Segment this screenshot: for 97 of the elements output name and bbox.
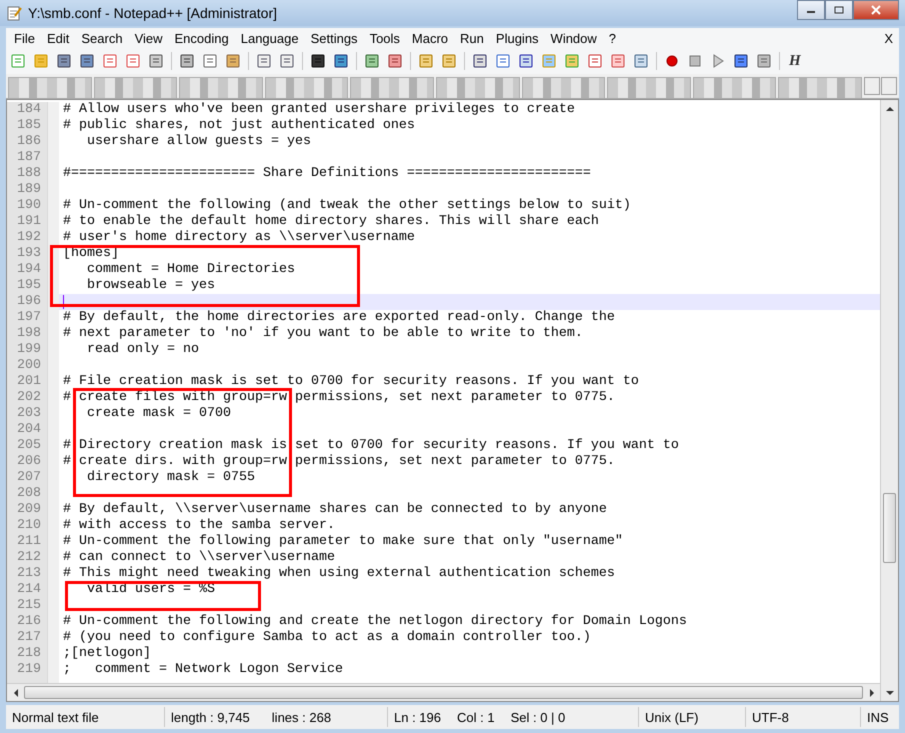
code-line: comment = Home Directories bbox=[86, 262, 295, 277]
line-number: 216 bbox=[16, 614, 42, 630]
line-number: 185 bbox=[16, 118, 42, 134]
column-info: Col : 1 bbox=[457, 710, 495, 724]
menu-item[interactable]: File bbox=[8, 30, 41, 46]
line-number: 203 bbox=[16, 406, 42, 422]
toolbar-button[interactable]: H bbox=[785, 52, 805, 70]
code-line: # public shares, not just authenticated ones bbox=[63, 118, 415, 133]
code-line: # Un-comment the following (and tweak the other settings below to suit) bbox=[63, 198, 631, 213]
line-number: 211 bbox=[16, 534, 42, 550]
line-number: 207 bbox=[16, 470, 42, 486]
line-number: 197 bbox=[16, 310, 42, 326]
code-line: # next parameter to 'no' if you want to be able to write to them. bbox=[63, 326, 583, 341]
code-line: # with access to the samba server. bbox=[63, 518, 335, 533]
eol-format: Unix (LF) bbox=[645, 710, 698, 724]
code-line: # This might need tweaking when using external authentication schemes bbox=[63, 566, 615, 581]
code-line: read only = no bbox=[86, 342, 199, 357]
menu-item[interactable]: View bbox=[128, 30, 169, 46]
menu-item[interactable]: Macro bbox=[406, 30, 454, 46]
code-line: directory mask = 0755 bbox=[86, 470, 255, 485]
line-number: 184 bbox=[16, 102, 42, 118]
line-number: 194 bbox=[16, 262, 42, 278]
code-line: ;[netlogon] bbox=[63, 646, 151, 661]
line-number: 192 bbox=[16, 230, 42, 246]
close-button[interactable] bbox=[853, 0, 899, 20]
line-number: 199 bbox=[16, 342, 42, 358]
menu-item[interactable]: Plugins bbox=[490, 30, 545, 46]
code-line: create mask = 0700 bbox=[86, 406, 231, 421]
line-number: 210 bbox=[16, 518, 42, 534]
file-type: Normal text file bbox=[12, 710, 99, 724]
line-number: 212 bbox=[16, 550, 42, 566]
text-caret bbox=[63, 295, 64, 309]
line-number: 193 bbox=[16, 246, 42, 262]
lines-info: lines : 268 bbox=[272, 710, 332, 724]
line-number: 195 bbox=[16, 278, 42, 294]
code-line: # By default, \\server\username shares can be connected to by anyone bbox=[63, 502, 607, 517]
menu-item[interactable]: Language bbox=[234, 30, 305, 46]
code-line: # (you need to configure Samba to act as a domain controller too.) bbox=[63, 630, 591, 645]
code-line: # create files with group=rw permissions, set next parameter to 0775. bbox=[63, 390, 615, 405]
code-line: # File creation mask is set to 0700 for security reasons. If you want to bbox=[63, 374, 639, 389]
line-number: 198 bbox=[16, 326, 42, 342]
code-line: # Directory creation mask is set to 0700 for security reasons. If you want to bbox=[63, 438, 679, 453]
code-line: # By default, the home directories are exported read-only. Change the bbox=[63, 310, 615, 325]
line-info: Ln : 196 bbox=[394, 710, 441, 724]
line-number: 191 bbox=[16, 214, 42, 230]
code-line: browseable = yes bbox=[86, 278, 215, 293]
line-number: 218 bbox=[16, 646, 42, 662]
notepad-icon bbox=[6, 5, 22, 21]
line-number: 196 bbox=[16, 294, 42, 310]
line-number: 214 bbox=[16, 582, 42, 598]
code-line: # to enable the default home directory shares. This will share each bbox=[63, 214, 599, 229]
code-line: # user's home directory as \\server\username bbox=[63, 230, 415, 245]
code-line: # Un-comment the following and create the netlogon directory for Domain Logons bbox=[63, 614, 687, 629]
line-number: 201 bbox=[16, 374, 42, 390]
code-line: # Un-comment the following parameter to make sure that only "username" bbox=[63, 534, 623, 549]
line-number: 202 bbox=[16, 390, 42, 406]
window-title: Y:\smb.conf - Notepad++ [Administrator] bbox=[28, 5, 278, 21]
vertical-scrollbar-thumb[interactable] bbox=[883, 493, 896, 563]
code-line: #======================= Share Definitions ======================= bbox=[63, 166, 591, 181]
menu-item[interactable]: Edit bbox=[40, 30, 76, 46]
menu-item[interactable]: Run bbox=[454, 30, 490, 46]
length-info: length : 9,745 bbox=[171, 710, 250, 724]
maximize-button[interactable] bbox=[825, 0, 853, 20]
encoding-info: UTF-8 bbox=[752, 710, 789, 724]
line-number: 200 bbox=[16, 358, 42, 374]
code-line: # can connect to \\server\username bbox=[63, 550, 335, 565]
menu-item[interactable]: Window bbox=[544, 30, 603, 46]
menu-item[interactable]: ? bbox=[602, 30, 622, 46]
close-document-button[interactable]: X bbox=[878, 30, 899, 46]
selection-info: Sel : 0 | 0 bbox=[510, 710, 566, 724]
line-number: 209 bbox=[16, 502, 42, 518]
line-number: 187 bbox=[16, 150, 42, 166]
line-number: 204 bbox=[16, 422, 42, 438]
code-line: # Allow users who've been granted usershare privileges to create bbox=[63, 102, 575, 117]
menu-item[interactable]: Tools bbox=[364, 30, 406, 46]
line-number: 205 bbox=[16, 438, 42, 454]
line-number: 215 bbox=[16, 598, 42, 614]
maximize-icon bbox=[834, 6, 844, 14]
insert-mode: INS bbox=[867, 710, 889, 724]
close-icon bbox=[871, 5, 881, 15]
line-number: 190 bbox=[16, 198, 42, 214]
menu-item[interactable]: Encoding bbox=[168, 30, 235, 46]
menu-item[interactable]: Settings bbox=[304, 30, 364, 46]
line-number: 208 bbox=[16, 486, 42, 502]
code-line: usershare allow guests = yes bbox=[86, 134, 311, 149]
line-number: 186 bbox=[16, 134, 42, 150]
horizontal-scrollbar-thumb[interactable] bbox=[24, 686, 863, 699]
code-line: # create dirs. with group=rw permissions, set next parameter to 0775. bbox=[63, 454, 615, 469]
code-line: ; comment = Network Logon Service bbox=[63, 662, 343, 677]
line-number: 213 bbox=[16, 566, 42, 582]
menu-item[interactable]: Search bbox=[75, 30, 129, 46]
line-number: 206 bbox=[16, 454, 42, 470]
line-number: 217 bbox=[16, 630, 42, 646]
line-number: 219 bbox=[16, 662, 42, 678]
minimize-button[interactable] bbox=[797, 0, 825, 20]
line-number: 188 bbox=[16, 166, 42, 182]
line-number: 189 bbox=[16, 182, 42, 198]
